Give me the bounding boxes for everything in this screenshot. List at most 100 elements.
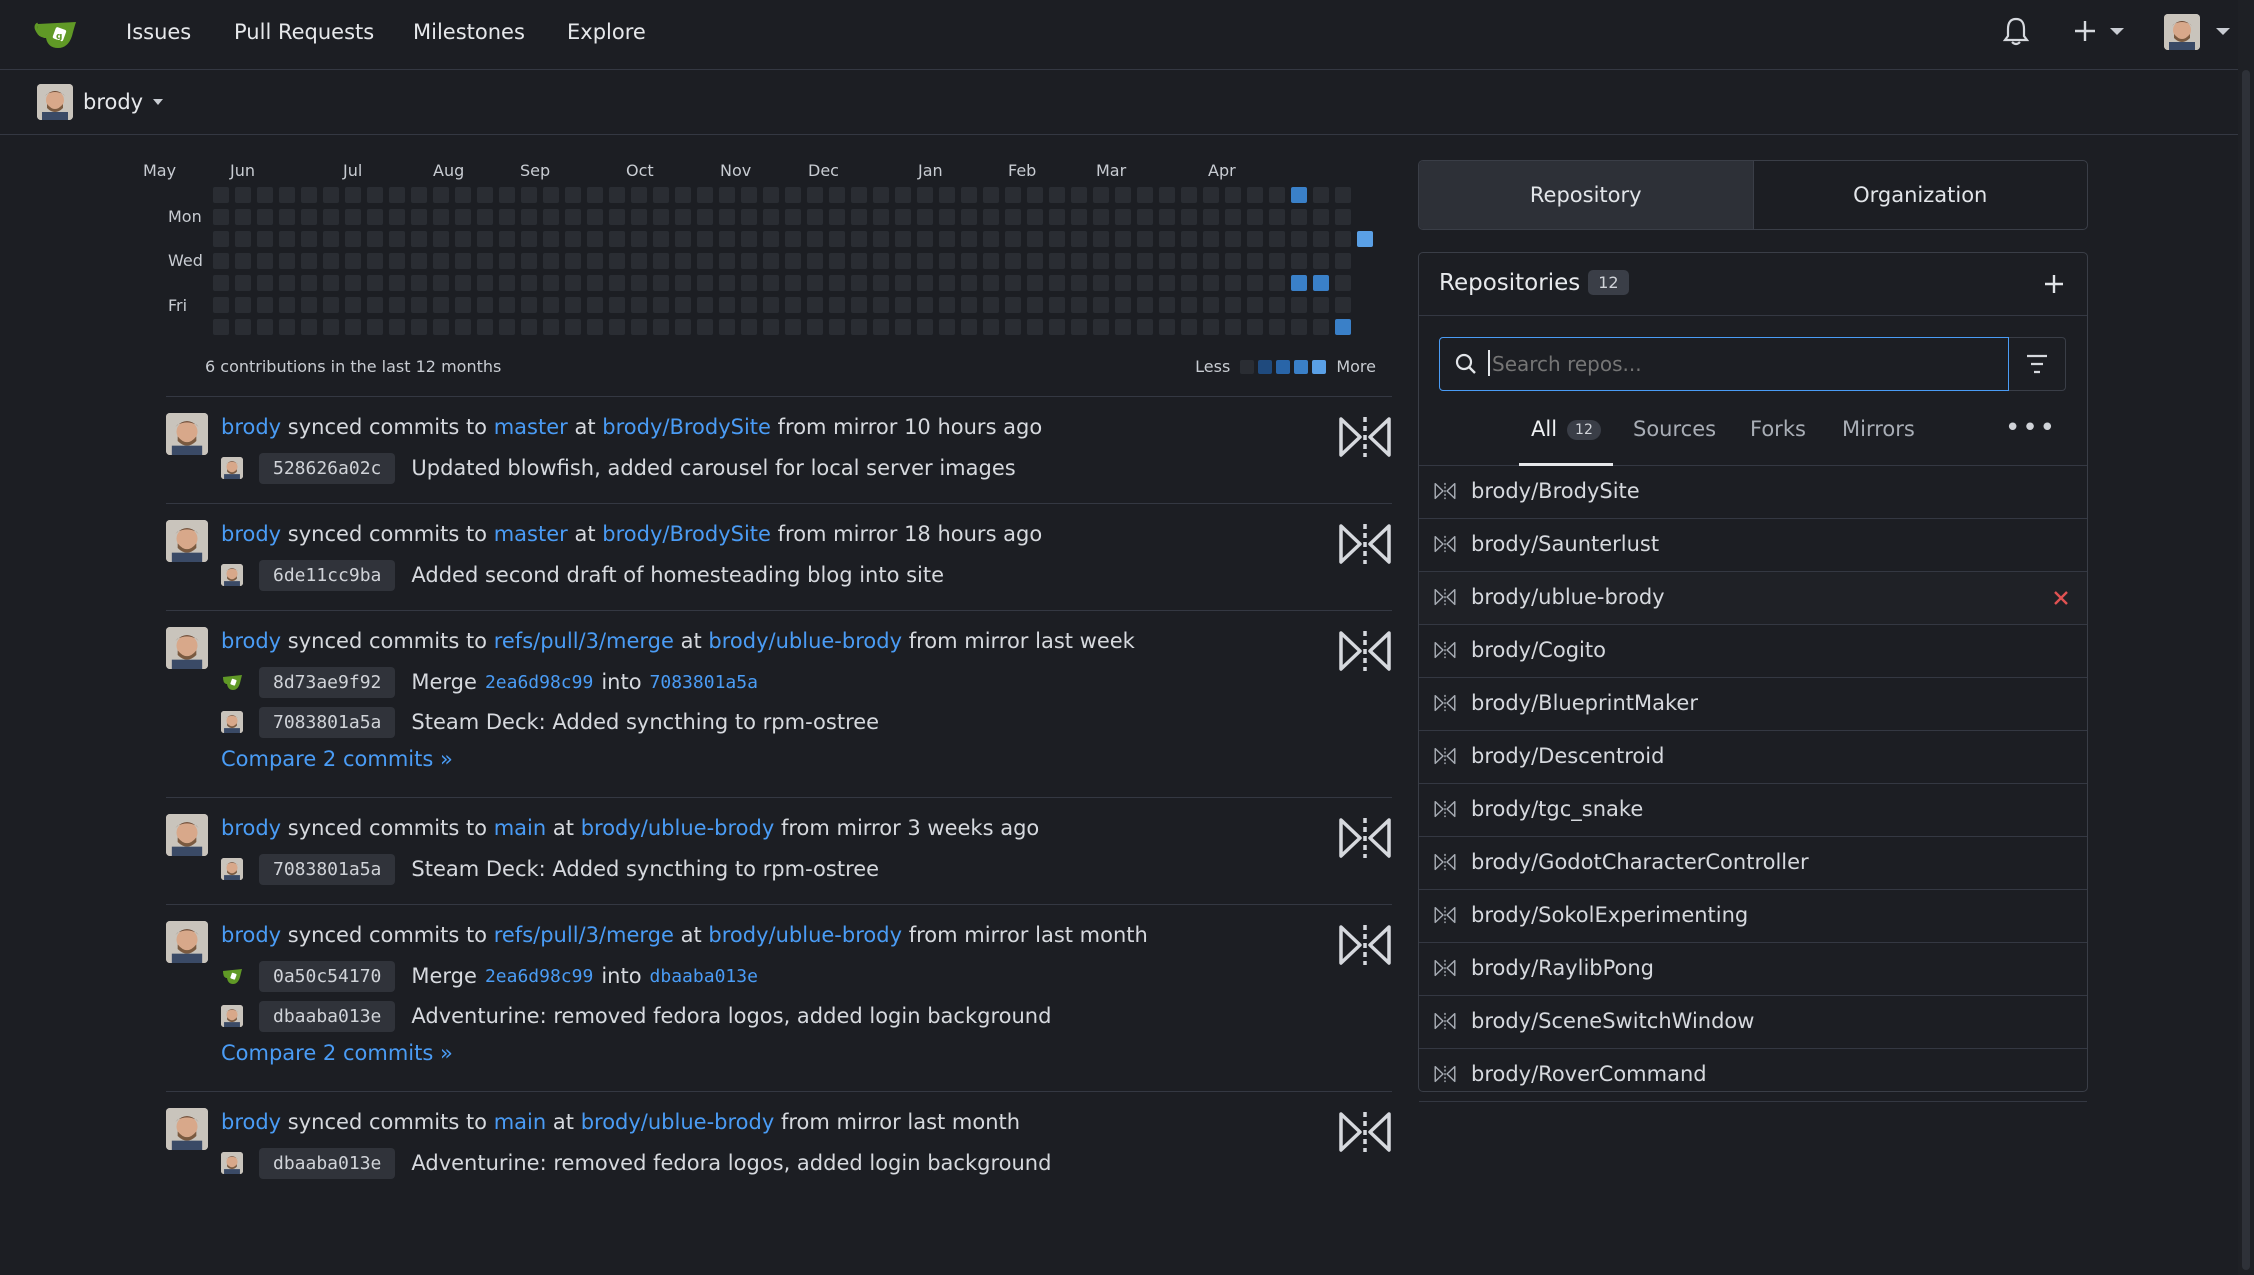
commit-sha[interactable]: 528626a02c [259,452,396,484]
feed-ref-link[interactable]: main [494,1110,546,1134]
heatmap-cell[interactable] [961,187,977,203]
heatmap-cell[interactable] [873,253,889,269]
avatar[interactable] [166,627,208,669]
heatmap-cell[interactable] [565,209,581,225]
heatmap-cell[interactable] [961,275,977,291]
heatmap-cell[interactable] [1291,319,1307,335]
more-options-icon[interactable]: ••• [2005,413,2057,443]
heatmap-cell[interactable] [323,297,339,313]
heatmap-cell[interactable] [345,297,361,313]
heatmap-cell[interactable] [873,231,889,247]
repo-list-item[interactable]: brody/tgc_snake [1419,784,2087,837]
heatmap-cell[interactable] [1071,275,1087,291]
heatmap-cell[interactable] [609,297,625,313]
heatmap-cell[interactable] [1203,231,1219,247]
heatmap-cell[interactable] [1269,187,1285,203]
heatmap-cell[interactable] [1225,231,1241,247]
heatmap-cell[interactable] [1335,187,1351,203]
heatmap-cell[interactable] [895,319,911,335]
heatmap-cell[interactable] [1049,187,1065,203]
commit-sha[interactable]: 0a50c54170 [259,960,396,992]
heatmap-cell[interactable] [477,231,493,247]
heatmap-cell[interactable] [301,253,317,269]
heatmap-cell[interactable] [1005,319,1021,335]
heatmap-cell[interactable] [367,297,383,313]
avatar[interactable] [166,520,208,562]
heatmap-cell[interactable] [411,253,427,269]
heatmap-cell[interactable] [1005,187,1021,203]
heatmap-cell[interactable] [1247,319,1263,335]
heatmap-cell[interactable] [631,275,647,291]
heatmap-cell[interactable] [543,253,559,269]
heatmap-cell[interactable] [1247,275,1263,291]
heatmap-cell[interactable] [455,187,471,203]
heatmap-cell[interactable] [983,319,999,335]
heatmap-cell[interactable] [411,297,427,313]
heatmap-cell[interactable] [653,231,669,247]
heatmap-cell[interactable] [873,209,889,225]
heatmap-cell[interactable] [1313,319,1329,335]
heatmap-cell[interactable] [895,209,911,225]
repo-list-item[interactable]: brody/ublue-brody [1419,572,2087,625]
compare-commits-link[interactable]: Compare 2 commits » [221,1041,453,1065]
heatmap-cell[interactable] [851,209,867,225]
heatmap-cell[interactable] [1093,231,1109,247]
heatmap-cell[interactable] [961,231,977,247]
heatmap-cell[interactable] [961,297,977,313]
heatmap-cell[interactable] [1071,319,1087,335]
heatmap-cell[interactable] [1137,297,1153,313]
heatmap-cell[interactable] [323,253,339,269]
heatmap-cell[interactable] [763,253,779,269]
heatmap-cell[interactable] [631,209,647,225]
heatmap-cell[interactable] [257,319,273,335]
heatmap-cell[interactable] [213,253,229,269]
heatmap-cell[interactable] [1247,231,1263,247]
heatmap-cell[interactable] [455,275,471,291]
heatmap-cell[interactable] [719,209,735,225]
heatmap-cell[interactable] [455,231,471,247]
heatmap-cell[interactable] [235,319,251,335]
heatmap-cell[interactable] [631,231,647,247]
heatmap-cell[interactable] [1335,231,1351,247]
heatmap-cell[interactable] [763,187,779,203]
heatmap-cell[interactable] [741,231,757,247]
feed-user-link[interactable]: brody [221,1110,281,1134]
repo-list-item[interactable]: brody/RoverCommand [1419,1049,2087,1102]
heatmap-cell[interactable] [1225,275,1241,291]
heatmap-cell[interactable] [829,231,845,247]
heatmap-cell[interactable] [961,253,977,269]
heatmap-cell[interactable] [433,275,449,291]
heatmap-cell[interactable] [939,209,955,225]
nav-pull-requests[interactable]: Pull Requests [234,20,374,44]
commit-sha-link[interactable]: 7083801a5a [650,672,758,693]
heatmap-cell[interactable] [389,231,405,247]
heatmap-cell[interactable] [983,275,999,291]
heatmap-cell[interactable] [1093,319,1109,335]
heatmap-cell[interactable] [235,275,251,291]
heatmap-cell[interactable] [1027,209,1043,225]
heatmap-cell[interactable] [719,297,735,313]
heatmap-cell[interactable] [323,209,339,225]
heatmap-cell[interactable] [895,231,911,247]
heatmap-cell[interactable] [1247,187,1263,203]
heatmap-cell[interactable] [873,319,889,335]
heatmap-cell[interactable] [1291,275,1307,291]
heatmap-cell[interactable] [785,253,801,269]
heatmap-cell[interactable] [895,253,911,269]
heatmap-cell[interactable] [609,209,625,225]
heatmap-cell[interactable] [1093,275,1109,291]
heatmap-cell[interactable] [1093,297,1109,313]
heatmap-cell[interactable] [1071,187,1087,203]
heatmap-cell[interactable] [565,297,581,313]
gitea-logo-icon[interactable]: g [34,14,80,54]
heatmap-cell[interactable] [433,187,449,203]
heatmap-cell[interactable] [543,319,559,335]
repo-filter-button[interactable] [2009,337,2066,391]
repo-list-item[interactable]: brody/BlueprintMaker [1419,678,2087,731]
heatmap-cell[interactable] [807,231,823,247]
heatmap-cell[interactable] [763,297,779,313]
heatmap-cell[interactable] [741,297,757,313]
heatmap-cell[interactable] [499,275,515,291]
heatmap-cell[interactable] [521,319,537,335]
heatmap-cell[interactable] [433,209,449,225]
